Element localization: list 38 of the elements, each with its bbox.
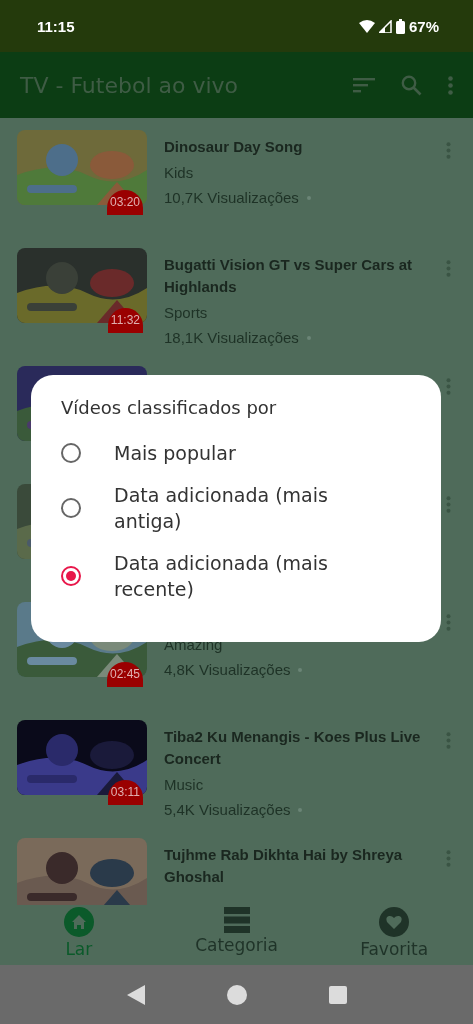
dot-icon — [298, 807, 303, 812]
video-category: Music — [164, 776, 205, 793]
radio-button[interactable] — [61, 443, 81, 463]
search-icon[interactable] — [401, 74, 422, 96]
recents-icon[interactable] — [328, 985, 347, 1004]
dot-icon — [298, 667, 303, 672]
sort-option[interactable]: Data adicionada (mais antiga) — [61, 474, 421, 542]
video-category: Kids — [164, 164, 195, 181]
video-title[interactable]: Tiba2 Ku Menangis - Koes Plus Live Concert — [164, 726, 438, 770]
more-icon[interactable] — [448, 75, 453, 95]
battery-icon — [395, 18, 405, 34]
dot-icon — [306, 195, 311, 200]
video-title[interactable]: Tujhme Rab Dikhta Hai by Shreya Ghoshal — [164, 844, 438, 888]
sort-icon[interactable] — [353, 77, 375, 93]
wifi-icon — [358, 19, 375, 33]
battery-level: 67% — [408, 17, 439, 35]
radio-button[interactable] — [61, 566, 81, 586]
status-time: 11:15 — [37, 17, 75, 35]
view-count: 5,4K Visualizações — [164, 801, 291, 818]
video-title[interactable]: Dinosaur Day Song — [164, 136, 438, 158]
home-button-icon[interactable] — [226, 984, 247, 1005]
video-title[interactable]: Bugatti Vision GT vs Super Cars at Highlands — [164, 254, 438, 298]
radio-button[interactable] — [61, 498, 81, 518]
nav-tab[interactable]: Categoria — [157, 905, 316, 965]
view-count: 10,7K Visualizações — [164, 189, 299, 206]
signal-icon — [378, 19, 392, 33]
view-count: 18,1K Visualizações — [164, 329, 299, 346]
nav-tab[interactable]: Favorita — [315, 905, 473, 965]
back-icon[interactable] — [126, 984, 145, 1005]
nav-tab[interactable]: Lar — [0, 905, 158, 965]
sort-option[interactable]: Mais popular — [61, 432, 421, 474]
video-category: Amazing — [164, 636, 224, 653]
video-category: Sports — [164, 304, 209, 321]
list-icon — [223, 907, 250, 933]
dot-icon — [306, 335, 311, 340]
dialog-title: Vídeos classificados por — [61, 397, 278, 418]
view-count: 4,8K Visualizações — [164, 661, 291, 678]
sort-option[interactable]: Data adicionada (mais recente) — [61, 542, 421, 610]
